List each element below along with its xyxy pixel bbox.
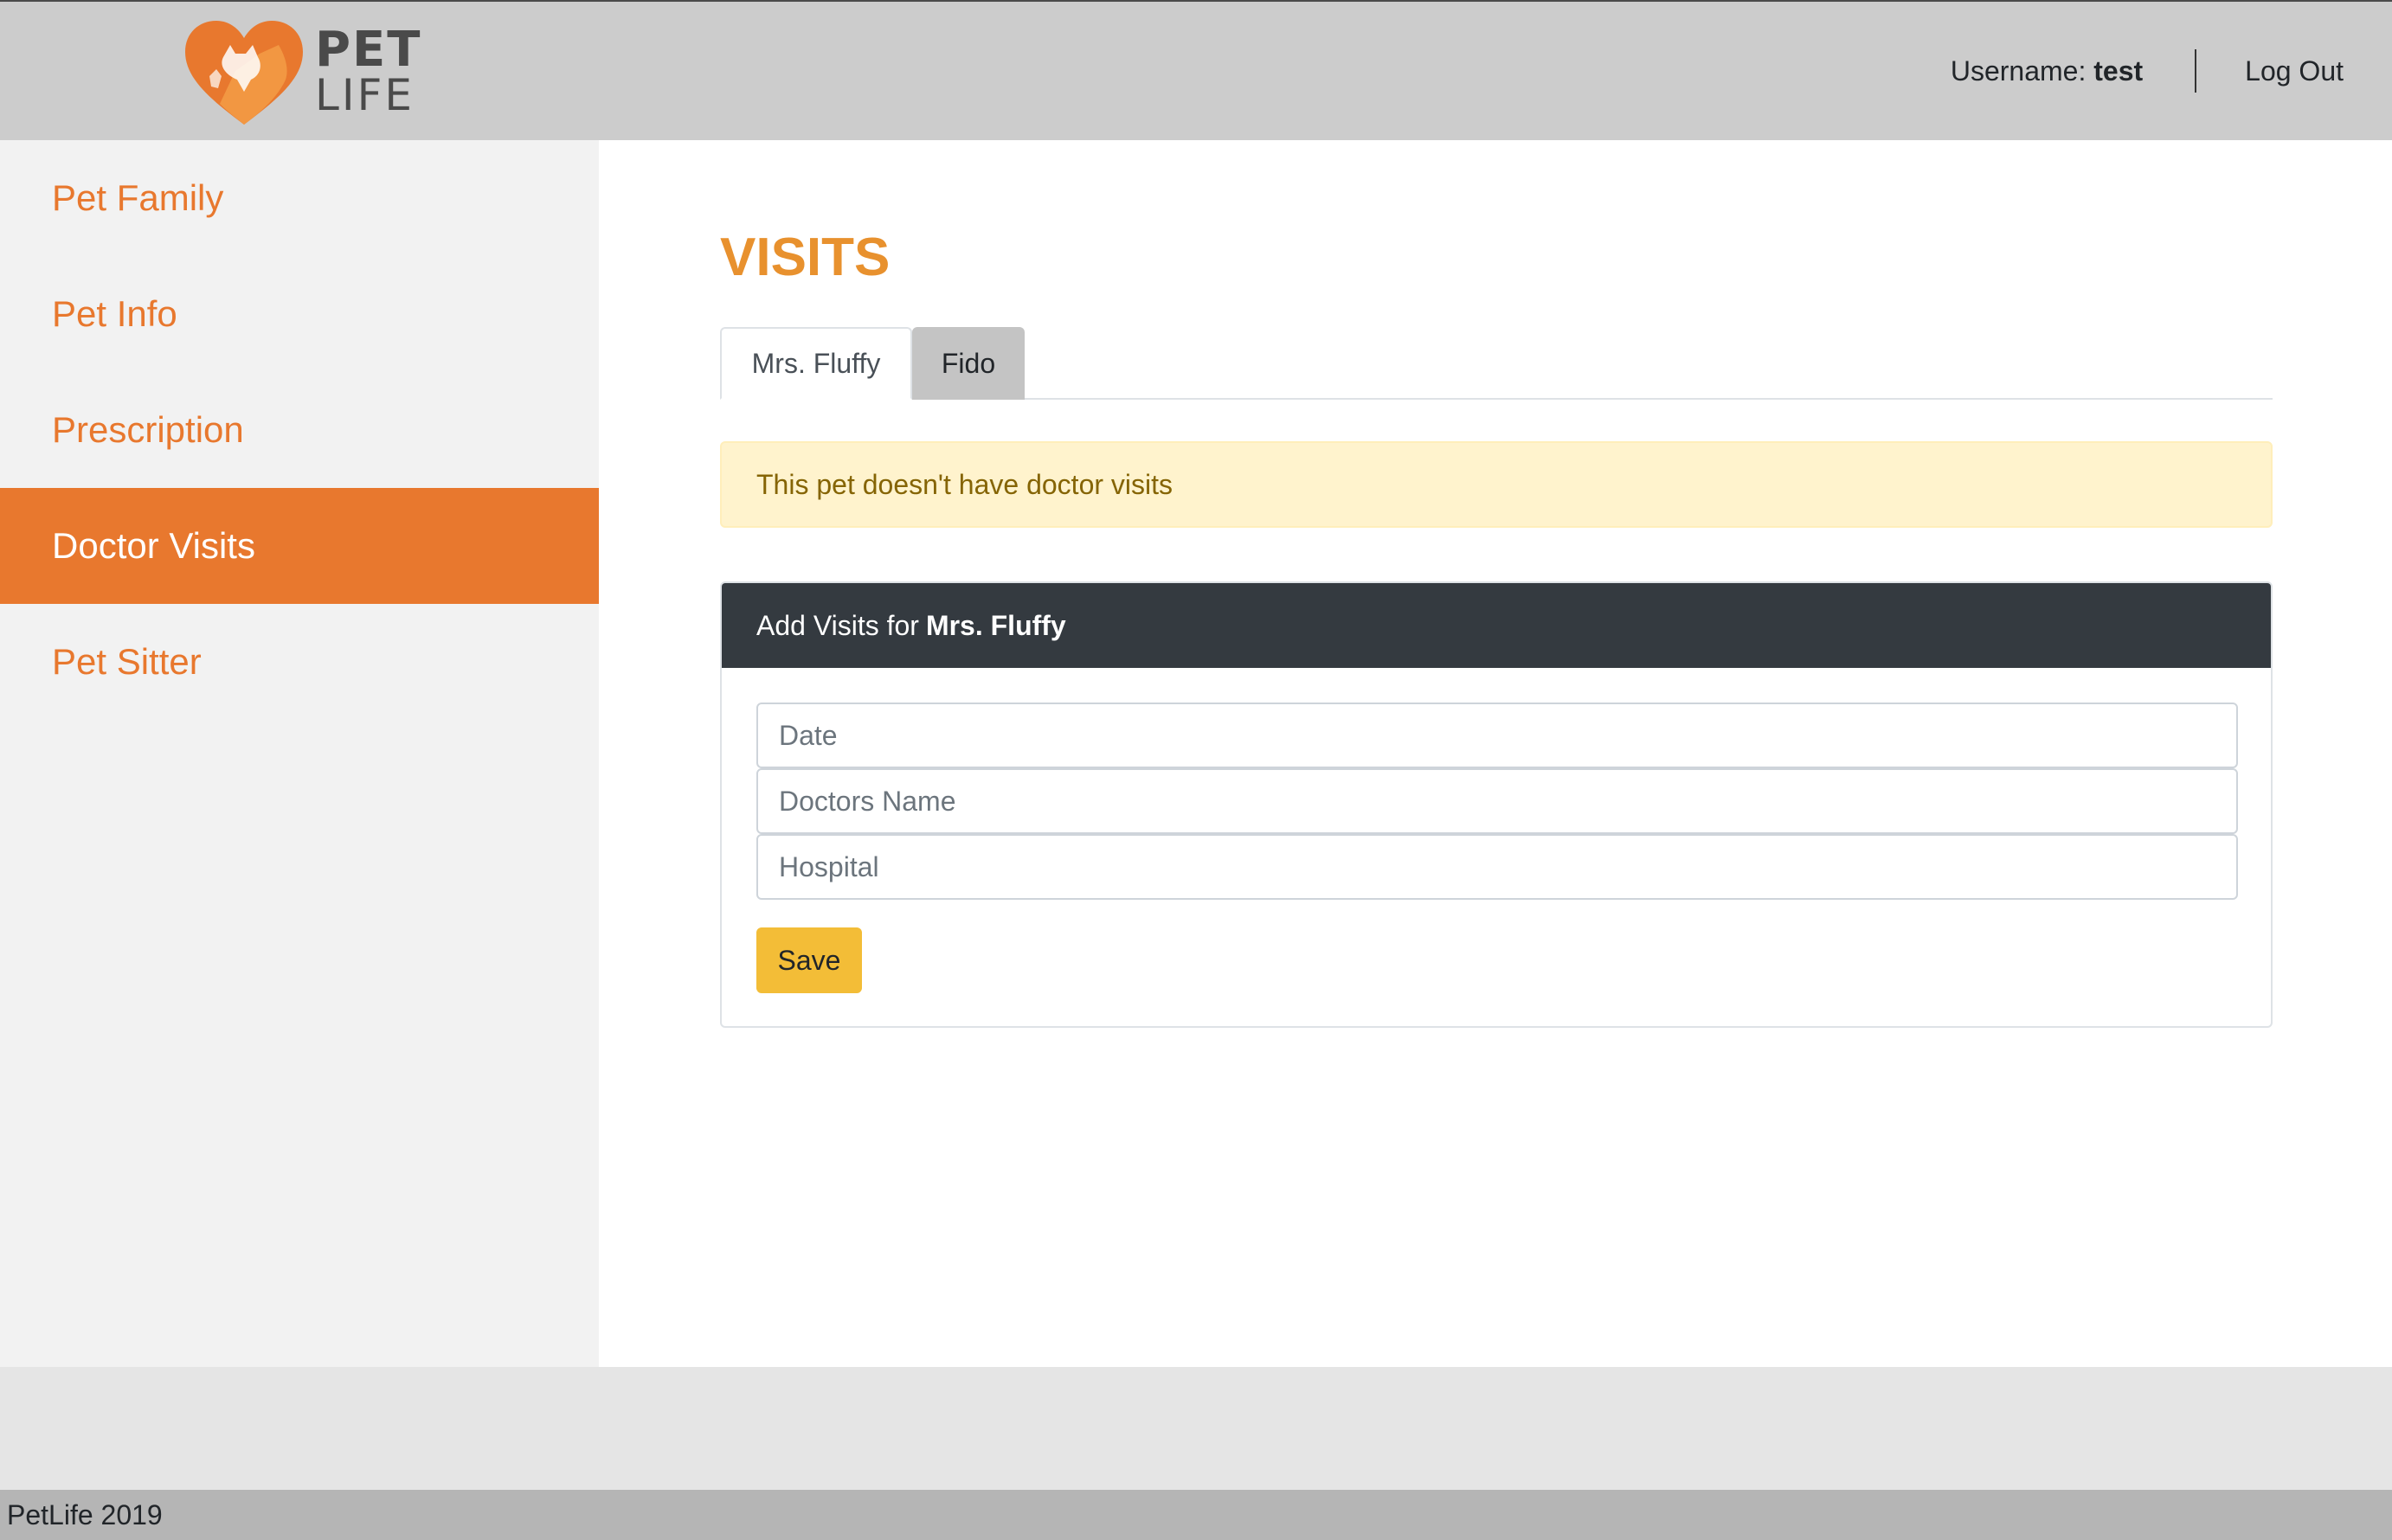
- tab-fido[interactable]: Fido: [912, 327, 1025, 400]
- footer-band: [0, 1367, 2392, 1490]
- top-bar: PET LIFE Username: test Log Out: [0, 0, 2392, 140]
- sidebar-item-doctor-visits[interactable]: Doctor Visits: [0, 488, 599, 604]
- username-value: test: [2093, 55, 2144, 87]
- date-input[interactable]: [756, 703, 2238, 768]
- card-header-prefix: Add Visits for: [756, 609, 919, 641]
- logo-line-pet: PET: [315, 22, 422, 78]
- username-display: Username: test: [1951, 55, 2195, 87]
- logo-line-life: LIFE: [315, 70, 415, 120]
- card-header-pet-name: Mrs. Fluffy: [925, 609, 1066, 641]
- sidebar-item-pet-info[interactable]: Pet Info: [0, 256, 599, 372]
- logo-text: PET LIFE: [315, 22, 422, 120]
- no-visits-alert: This pet doesn't have doctor visits: [720, 441, 2273, 528]
- sidebar-item-pet-sitter[interactable]: Pet Sitter: [0, 604, 599, 720]
- main-content: VISITS Mrs. Fluffy Fido This pet doesn't…: [599, 140, 2392, 1367]
- page-title: VISITS: [720, 228, 891, 287]
- heart-pet-icon: [185, 21, 303, 125]
- username-label: Username:: [1950, 55, 2087, 87]
- sidebar-item-pet-family[interactable]: Pet Family: [0, 140, 599, 256]
- footer-text: PetLife 2019: [7, 1498, 163, 1530]
- add-visit-card: Add Visits for Mrs. Fluffy Save: [720, 581, 2273, 1028]
- hospital-input[interactable]: [756, 834, 2238, 900]
- pet-tabs: Mrs. Fluffy Fido: [720, 327, 2273, 400]
- pet-life-logo[interactable]: PET LIFE: [183, 17, 426, 126]
- tab-mrs-fluffy[interactable]: Mrs. Fluffy: [720, 327, 912, 400]
- doctors-name-input[interactable]: [756, 768, 2238, 834]
- sidebar-item-prescription[interactable]: Prescription: [0, 372, 599, 488]
- save-button[interactable]: Save: [756, 927, 862, 993]
- user-area: Username: test Log Out: [1951, 2, 2392, 140]
- sidebar: Pet Family Pet Info Prescription Doctor …: [0, 140, 599, 1367]
- footer: PetLife 2019: [0, 1490, 2392, 1540]
- add-visit-card-header: Add Visits for Mrs. Fluffy: [722, 583, 2271, 668]
- logout-link[interactable]: Log Out: [2196, 55, 2392, 87]
